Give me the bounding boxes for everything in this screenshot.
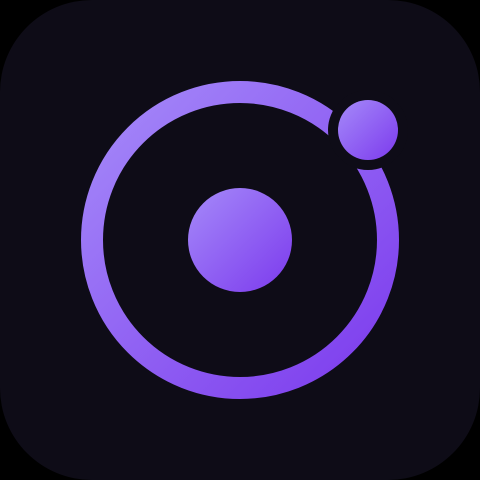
satellite-dot [338, 100, 398, 160]
app-icon[interactable] [0, 0, 480, 480]
icon-canvas [0, 0, 480, 480]
app-icon-graphic [0, 0, 480, 480]
core-dot [188, 188, 292, 292]
